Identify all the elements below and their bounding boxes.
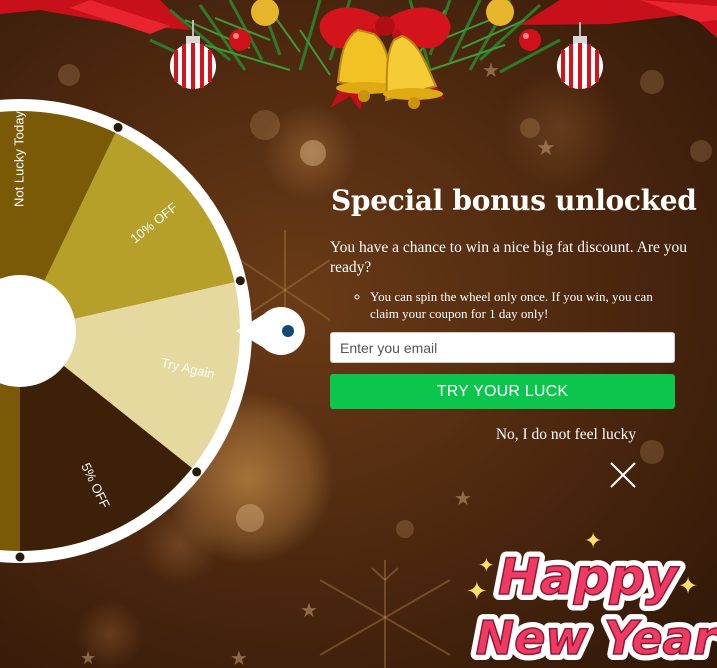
wheel-segment-label: Not Lucky Today — [11, 111, 26, 207]
star-decoration-icon: ★ — [536, 136, 556, 161]
popup-overlay: ★ ★ ★ ★ ★ ★ Not Lucky Today 10% OFF Try … — [0, 0, 717, 668]
star-decoration-icon: ★ — [454, 486, 472, 510]
rules-list: You can spin the wheel only once. If you… — [330, 288, 675, 322]
sparkle-icon: ✦ — [678, 572, 698, 600]
popup-intro-text: You have a chance to win a nice big fat … — [330, 239, 687, 276]
banner-line-2-fill: New Year — [476, 611, 717, 665]
sparkle-icon: ✦ — [478, 553, 495, 577]
wheel-peg — [15, 552, 25, 562]
sparkle-icon: ✦ — [584, 529, 602, 554]
wheel-peg — [192, 467, 202, 477]
sparkle-icon: ✦ — [466, 577, 488, 607]
wheel-peg — [113, 122, 123, 132]
bokeh-light — [690, 140, 712, 162]
bokeh-light — [520, 118, 540, 138]
decline-link[interactable]: No, I do not feel lucky — [476, 426, 656, 444]
bokeh-light — [396, 520, 414, 538]
rule-item: You can spin the wheel only once. If you… — [370, 288, 675, 322]
try-your-luck-button[interactable]: TRY YOUR LUCK — [330, 374, 675, 409]
snowflake-decoration-icon — [319, 560, 451, 668]
prize-wheel[interactable]: Opps! Sorry35% OFFNot Lucky Today10% OFF… — [0, 0, 330, 668]
ornament-icon — [557, 22, 603, 89]
wheel-peg — [235, 276, 245, 286]
close-icon[interactable] — [606, 458, 640, 492]
email-field[interactable] — [330, 332, 675, 363]
banner-line-1-fill: Happy — [498, 548, 680, 606]
popup-headline: Special bonus unlocked — [331, 184, 697, 217]
happy-new-year-banner: Happy Happy New Year New Year ✦ ✦ ✦ ✦ — [466, 529, 717, 668]
